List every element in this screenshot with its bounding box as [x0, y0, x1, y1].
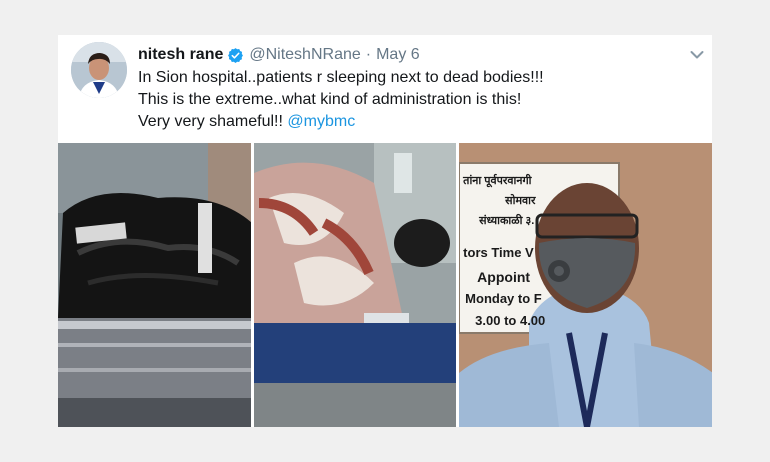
tweet-text-line-part: Very very shameful!! — [138, 113, 288, 130]
tweet-text-line: Very very shameful!! @mybmc — [138, 111, 698, 133]
tweet-date[interactable]: May 6 — [376, 44, 420, 66]
tweet-header: nitesh rane @NiteshNRane · May 6 — [138, 44, 420, 66]
tweet-text-line: In Sion hospital..patients r sleeping ne… — [138, 69, 544, 86]
tweet-text-line: This is the extreme..what kind of admini… — [138, 91, 522, 108]
author-avatar[interactable] — [71, 42, 127, 98]
sign-line: संध्याकाळी ३. — [479, 215, 535, 227]
verified-badge-icon — [227, 47, 244, 64]
sign-line: Appoint — [477, 269, 531, 285]
author-name[interactable]: nitesh rane — [138, 44, 223, 66]
sign-line: Monday to F — [465, 291, 542, 306]
media-photo-official[interactable]: तांना पूर्वपरवानगी सोमवार संध्याकाळी ३. … — [459, 143, 712, 427]
tweet-media: तांना पूर्वपरवानगी सोमवार संध्याकाळी ३. … — [58, 143, 712, 427]
tweet-text: In Sion hospital..patients r sleeping ne… — [138, 67, 698, 133]
media-photo-patient-bed[interactable] — [254, 143, 457, 427]
chevron-down-icon[interactable] — [690, 47, 704, 59]
sign-line: सोमवार — [505, 195, 536, 207]
sign-line: तांना पूर्वपरवानगी — [463, 175, 532, 187]
tweet-card: nitesh rane @NiteshNRane · May 6 In Sion… — [58, 35, 712, 427]
author-handle[interactable]: @NiteshNRane — [249, 44, 360, 66]
sign-line: 3.00 to 4.00 — [475, 313, 546, 328]
sign-line: tors Time V — [463, 245, 534, 260]
media-photo-body-bags[interactable] — [58, 143, 252, 427]
mention-link[interactable]: @mybmc — [287, 113, 355, 130]
separator-dot: · — [365, 46, 372, 63]
